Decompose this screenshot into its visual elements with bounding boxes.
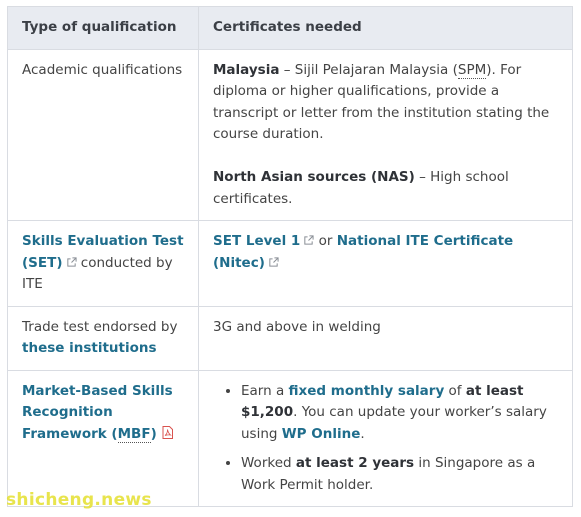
welding-text: 3G and above in welding xyxy=(213,318,381,335)
fixed-monthly-salary-link[interactable]: fixed monthly salary xyxy=(289,383,445,399)
external-link-icon xyxy=(304,235,314,245)
wp-online-link[interactable]: WP Online xyxy=(282,426,361,442)
nas-paragraph: North Asian sources (NAS) – High school … xyxy=(213,167,558,210)
qualification-table-container: Type of qualification Certificates neede… xyxy=(7,6,573,507)
set-level-1-link[interactable]: SET Level 1 xyxy=(213,233,300,249)
row-set-certificates: SET Level 1 or National ITE Certificate … xyxy=(198,220,573,307)
table-row: Trade test endorsed by these institution… xyxy=(7,305,573,371)
malaysia-text-a: – Sijil Pelajaran Malaysia ( xyxy=(279,61,458,78)
header-certificates-needed: Certificates needed xyxy=(198,6,573,50)
qualification-table: Type of qualification Certificates neede… xyxy=(7,6,573,507)
external-link-icon xyxy=(269,256,279,267)
row-academic-certificates: Malaysia – Sijil Pelajaran Malaysia (SPM… xyxy=(198,48,573,221)
row-mbf-certificates: Earn a fixed monthly salary of at least … xyxy=(198,369,573,507)
these-institutions-link[interactable]: these institutions xyxy=(22,340,157,356)
table-row: Academic qualifications Malaysia – Sijil… xyxy=(7,48,573,221)
malaysia-paragraph: Malaysia – Sijil Pelajaran Malaysia (SPM… xyxy=(213,60,558,146)
row-mbf-label: Market-Based Skills Recognition Framewor… xyxy=(7,369,199,507)
salary-text-b: of xyxy=(444,382,466,399)
spm-abbr: SPM xyxy=(457,61,487,79)
list-item: Earn a fixed monthly salary of at least … xyxy=(241,381,558,446)
salary-text-d: . xyxy=(360,425,365,442)
row-academic-label: Academic qualifications xyxy=(7,48,199,221)
table-row: Skills Evaluation Test (SET) conducted b… xyxy=(7,220,573,307)
mbf-link[interactable]: Market-Based Skills Recognition Framewor… xyxy=(22,383,173,443)
external-link-icon xyxy=(66,256,77,267)
mbf-abbr: MBF xyxy=(117,425,151,443)
trade-test-text: Trade test endorsed by xyxy=(22,318,178,335)
watermark-text: shicheng.news xyxy=(6,490,152,510)
table-header-row: Type of qualification Certificates neede… xyxy=(7,6,573,50)
row-trade-test-label: Trade test endorsed by these institution… xyxy=(7,305,199,371)
or-text: or xyxy=(314,233,337,249)
salary-text-a: Earn a xyxy=(241,382,289,399)
nas-bold: North Asian sources (NAS) xyxy=(213,169,415,185)
row-set-label: Skills Evaluation Test (SET) conducted b… xyxy=(7,220,199,307)
table-row: Market-Based Skills Recognition Framewor… xyxy=(7,369,573,507)
worked-years-bold: at least 2 years xyxy=(295,455,415,471)
header-type-of-qualification: Type of qualification xyxy=(7,6,199,50)
malaysia-bold: Malaysia xyxy=(213,61,280,78)
worked-text-a: Worked xyxy=(241,455,296,471)
row-trade-test-certificates: 3G and above in welding xyxy=(198,305,573,371)
mbf-link-text-b: ) xyxy=(150,425,157,442)
mbf-requirements-list: Earn a fixed monthly salary of at least … xyxy=(213,381,558,497)
academic-qualifications-text: Academic qualifications xyxy=(22,61,183,78)
list-item: Worked at least 2 years in Singapore as … xyxy=(241,453,558,496)
pdf-icon xyxy=(162,425,173,439)
